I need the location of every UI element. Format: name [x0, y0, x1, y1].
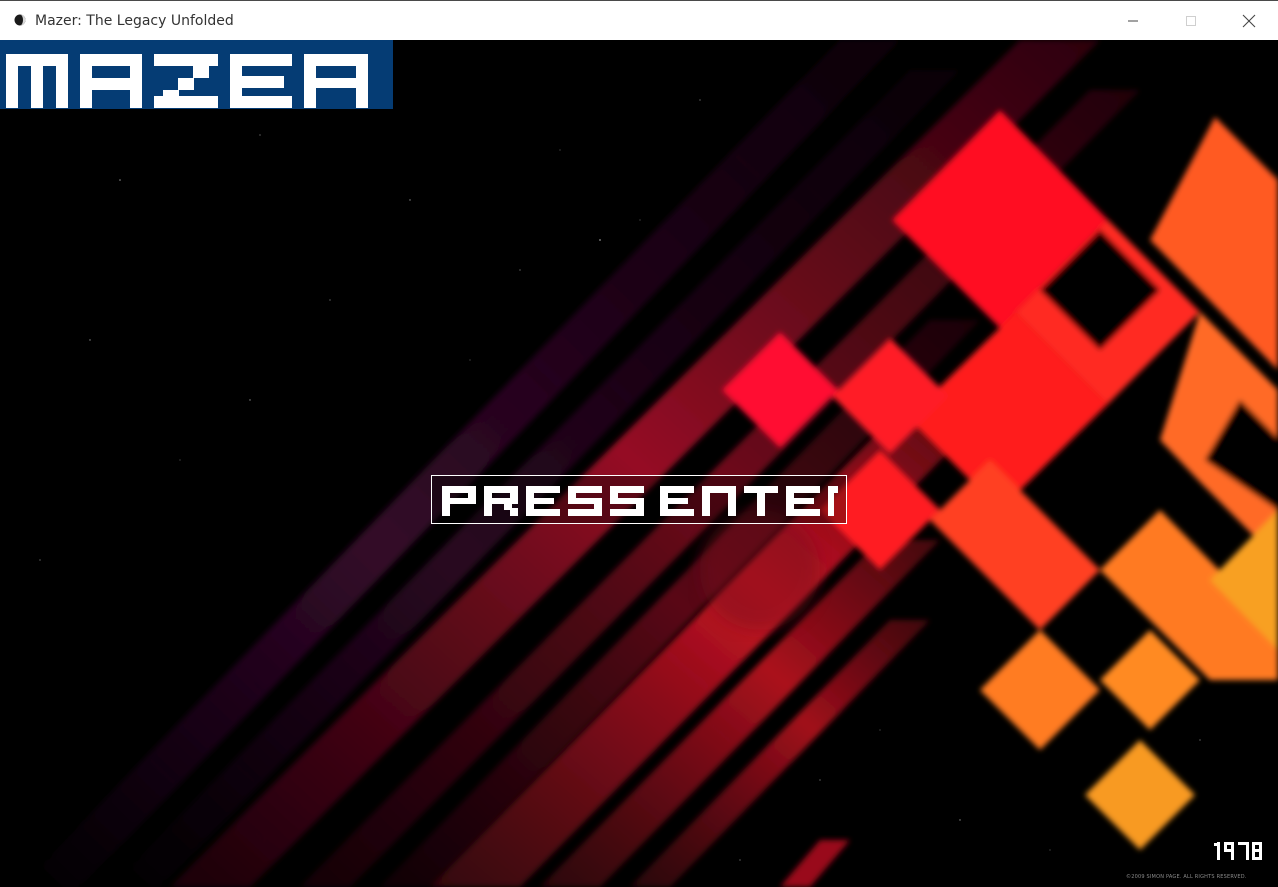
close-icon: [1242, 14, 1256, 27]
maximize-button[interactable]: [1162, 1, 1220, 40]
year-badge: 1978: [1212, 840, 1264, 866]
press-enter-button[interactable]: PRESS ENTER: [431, 475, 847, 524]
copyright-text: ©2009 SIMON PAGE. ALL RIGHTS RESERVED.: [1126, 874, 1247, 880]
window-title: Mazer: The Legacy Unfolded: [35, 13, 234, 29]
maximize-icon: [1186, 15, 1196, 26]
game-viewport[interactable]: MAZER: [0, 40, 1278, 887]
window-titlebar[interactable]: Mazer: The Legacy Unfolded: [0, 0, 1278, 40]
app-sphere-icon: [14, 14, 26, 26]
minimize-icon: [1128, 20, 1138, 21]
title-screen-artwork: [20, 40, 1278, 887]
minimize-button[interactable]: [1104, 1, 1162, 40]
mazer-logo: MAZER: [0, 40, 393, 109]
close-button[interactable]: [1220, 1, 1278, 40]
